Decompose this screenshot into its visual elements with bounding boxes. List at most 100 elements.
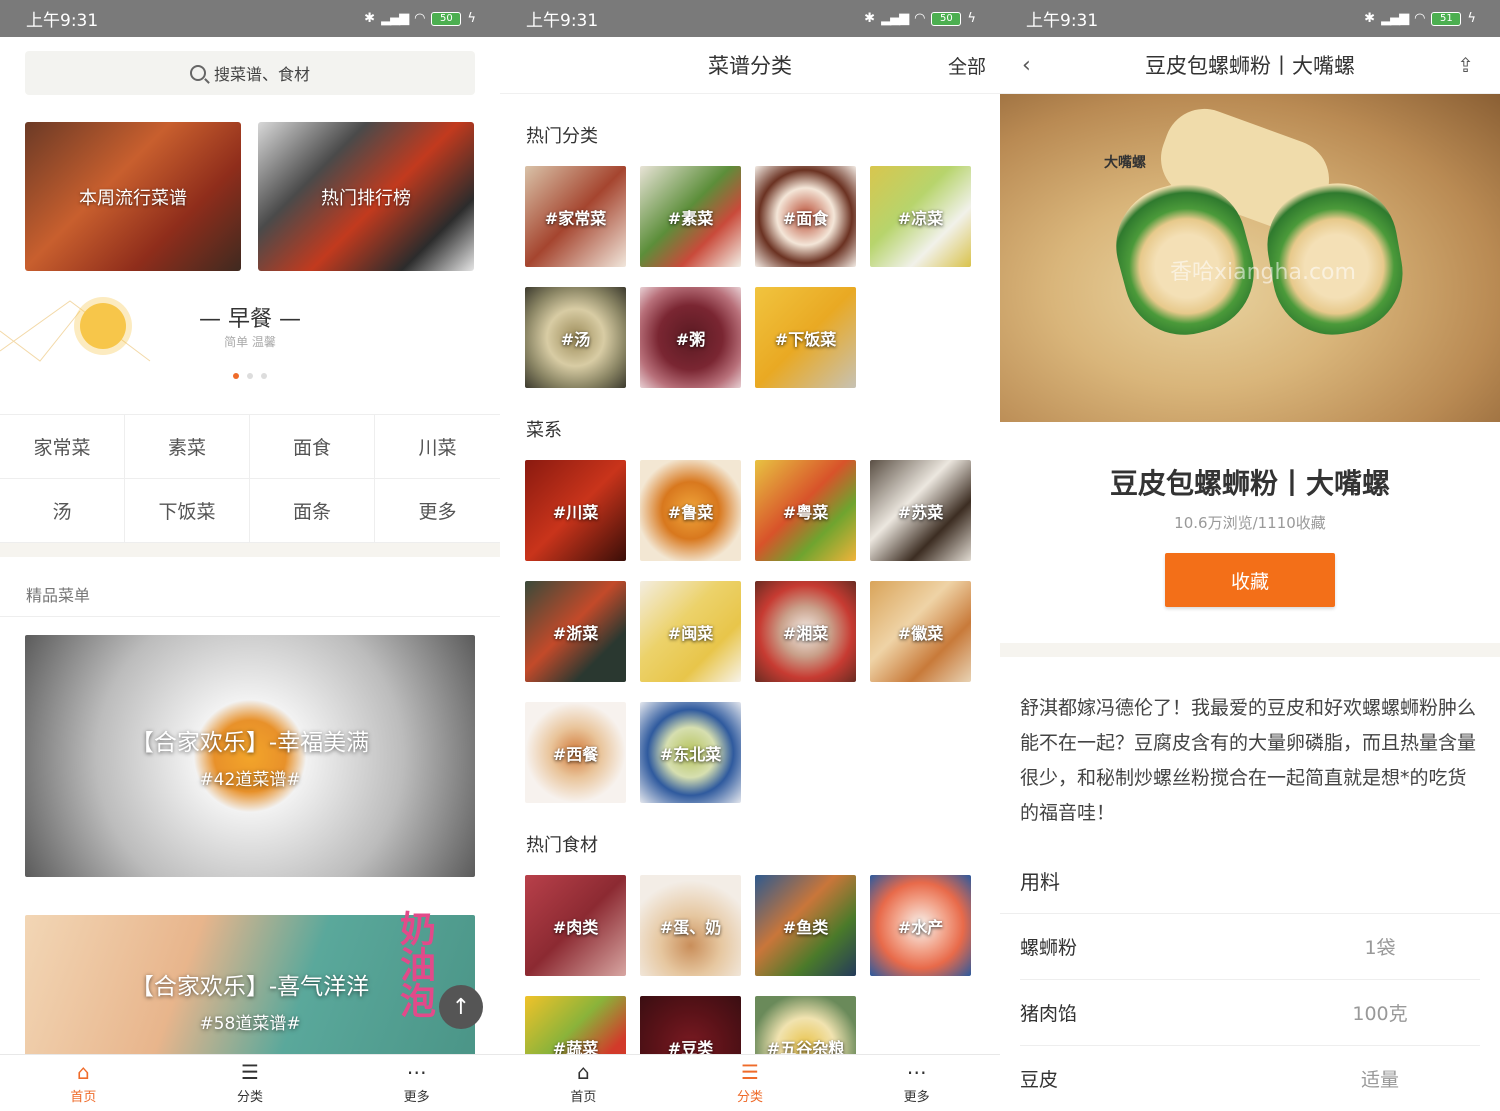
bluetooth-icon: ✱ (864, 11, 876, 26)
feature-overlay-text: 奶油泡 (394, 910, 435, 1018)
ingredient-tile[interactable]: #蛋、奶 (640, 875, 741, 976)
battery-icon: 50 (431, 11, 462, 26)
feature-count: #58道菜谱# (199, 1013, 301, 1034)
weekly-popular-banner[interactable]: 本周流行菜谱 (25, 122, 241, 271)
meal-subtitle: 简单 温馨 (224, 335, 276, 349)
section-title: 热门分类 (526, 126, 598, 147)
ingredient-tile[interactable]: #水产 (870, 875, 971, 976)
ingredient-name: 豆皮 (1020, 1069, 1059, 1091)
category-item[interactable]: 素菜 (125, 415, 250, 479)
search-placeholder: 搜菜谱、食材 (213, 65, 310, 84)
recipe-title: 豆皮包螺蛳粉丨大嘴螺 (1109, 467, 1390, 500)
ingredient-qty: 1袋 (1364, 937, 1396, 959)
category-tile[interactable]: #家常菜 (525, 166, 626, 267)
tab-more[interactable]: ⋯ 更多 (333, 1055, 500, 1111)
category-screen: 上午9:31 ✱ ▂▄▆ ◠ 50 ϟ 菜谱分类 全部 热门分类 #家常菜 #素… (500, 0, 1000, 1111)
tab-bar: ⌂ 首页 ☰ 分类 ⋯ 更多 (500, 1054, 1000, 1111)
tab-label: 分类 (737, 1089, 764, 1105)
carousel-dot (233, 373, 239, 379)
favorite-button[interactable]: 收藏 (1165, 553, 1335, 607)
app-screens: 上午9:31 ✱ ▂▄▆ ◠ 50 ϟ 搜菜谱、食材 本周流行菜谱 热门排行榜 (0, 0, 1500, 1111)
cuisine-tile[interactable]: #粤菜 (755, 460, 856, 561)
divider (1000, 643, 1500, 657)
status-bar: 上午9:31 ✱ ▂▄▆ ◠ 51 ϟ (1000, 0, 1500, 37)
ingredient-tile[interactable]: #肉类 (525, 875, 626, 976)
cuisine-tile[interactable]: #闽菜 (640, 581, 741, 682)
cuisine-tile[interactable]: #浙菜 (525, 581, 626, 682)
cuisine-tile[interactable]: #川菜 (525, 460, 626, 561)
status-icons: ✱ ▂▄▆ ◠ 50 ϟ (364, 11, 476, 26)
category-tile[interactable]: #粥 (640, 287, 741, 388)
ingredient-list: 螺蛳粉 1袋 猪肉馅 100克 豆皮 适量 (1000, 913, 1500, 1111)
carousel-dot (247, 373, 253, 379)
feature-title: 【合家欢乐】-幸福美满 (130, 729, 370, 756)
charging-icon: ϟ (967, 11, 976, 26)
status-icons: ✱ ▂▄▆ ◠ 50 ϟ (864, 11, 976, 26)
category-item[interactable]: 川菜 (375, 415, 500, 479)
category-item[interactable]: 面条 (250, 479, 375, 543)
category-item[interactable]: 下饭菜 (125, 479, 250, 543)
divider (0, 543, 500, 557)
search-bar[interactable]: 搜菜谱、食材 (25, 51, 475, 95)
signal-icon: ▂▄▆ (381, 11, 409, 26)
feature-count: #42道菜谱# (199, 769, 301, 790)
tile-grid: #川菜 #鲁菜 #粤菜 #苏菜 #浙菜 #闽菜 #湘菜 #徽菜 #西餐 #东北菜 (500, 442, 1000, 803)
tab-label: 分类 (237, 1089, 264, 1105)
recipe-hero-image: 大嘴螺 香哈xiangha.com (1000, 94, 1500, 422)
ingredient-row: 猪肉馅 100克 (1020, 980, 1480, 1046)
category-tile[interactable]: #凉菜 (870, 166, 971, 267)
carousel-dot (261, 373, 267, 379)
tab-category[interactable]: ☰ 分类 (667, 1055, 834, 1111)
section-title: 热门食材 (526, 835, 598, 856)
status-time: 上午9:31 (1026, 11, 1099, 31)
status-icons: ✱ ▂▄▆ ◠ 51 ϟ (1364, 11, 1476, 26)
category-more[interactable]: 更多 (375, 479, 500, 543)
share-icon[interactable]: ⇪ (1457, 53, 1474, 77)
home-icon: ⌂ (576, 1059, 590, 1084)
watermark: 香哈xiangha.com (1170, 260, 1356, 285)
ingredient-tile[interactable]: #鱼类 (755, 875, 856, 976)
carousel-dots (0, 373, 500, 379)
back-icon[interactable]: ‹ (1022, 53, 1031, 78)
banner-row: 本周流行菜谱 热门排行榜 (0, 95, 500, 271)
tab-category[interactable]: ☰ 分类 (167, 1055, 334, 1111)
signal-icon: ▂▄▆ (881, 11, 909, 26)
ingredient-name: 猪肉馅 (1020, 1003, 1078, 1025)
back-to-top-button[interactable]: ↑ (439, 985, 483, 1029)
tab-home[interactable]: ⌂ 首页 (500, 1055, 667, 1111)
category-tile[interactable]: #面食 (755, 166, 856, 267)
brand-logo: 大嘴螺 (1104, 155, 1146, 171)
feature-card[interactable]: 【合家欢乐】-幸福美满 #42道菜谱# (25, 635, 475, 877)
cuisine-tile[interactable]: #湘菜 (755, 581, 856, 682)
category-item[interactable]: 面食 (250, 415, 375, 479)
list-icon: ☰ (241, 1059, 259, 1084)
tab-more[interactable]: ⋯ 更多 (833, 1055, 1000, 1111)
cuisine-tile[interactable]: #徽菜 (870, 581, 971, 682)
meal-carousel[interactable]: — 早餐 — 简单 温馨 (0, 271, 500, 414)
section-title: 菜系 (526, 420, 562, 441)
cuisine-tile[interactable]: #西餐 (525, 702, 626, 803)
all-button[interactable]: 全部 (948, 52, 986, 79)
category-tile[interactable]: #素菜 (640, 166, 741, 267)
more-icon: ⋯ (406, 1059, 427, 1084)
tab-home[interactable]: ⌂ 首页 (0, 1055, 167, 1111)
status-bar: 上午9:31 ✱ ▂▄▆ ◠ 50 ϟ (0, 0, 500, 37)
ranking-banner[interactable]: 热门排行榜 (258, 122, 474, 271)
category-tile[interactable]: #汤 (525, 287, 626, 388)
meal-title: — 早餐 — (199, 307, 301, 332)
ingredient-qty: 适量 (1360, 1069, 1399, 1091)
status-time: 上午9:31 (26, 11, 99, 31)
category-item[interactable]: 汤 (0, 479, 125, 543)
category-item[interactable]: 家常菜 (0, 415, 125, 479)
tab-label: 首页 (70, 1089, 97, 1105)
search-icon (189, 65, 206, 81)
cuisine-tile[interactable]: #苏菜 (870, 460, 971, 561)
bluetooth-icon: ✱ (364, 11, 376, 26)
wifi-icon: ◠ (414, 11, 426, 26)
cuisine-tile[interactable]: #鲁菜 (640, 460, 741, 561)
tile-grid: #家常菜 #素菜 #面食 #凉菜 #汤 #粥 #下饭菜 (500, 148, 1000, 388)
ingredients-title: 用料 (1020, 870, 1060, 894)
ingredient-row: 螺蛳粉 1袋 (1020, 914, 1480, 980)
cuisine-tile[interactable]: #东北菜 (640, 702, 741, 803)
category-tile[interactable]: #下饭菜 (755, 287, 856, 388)
